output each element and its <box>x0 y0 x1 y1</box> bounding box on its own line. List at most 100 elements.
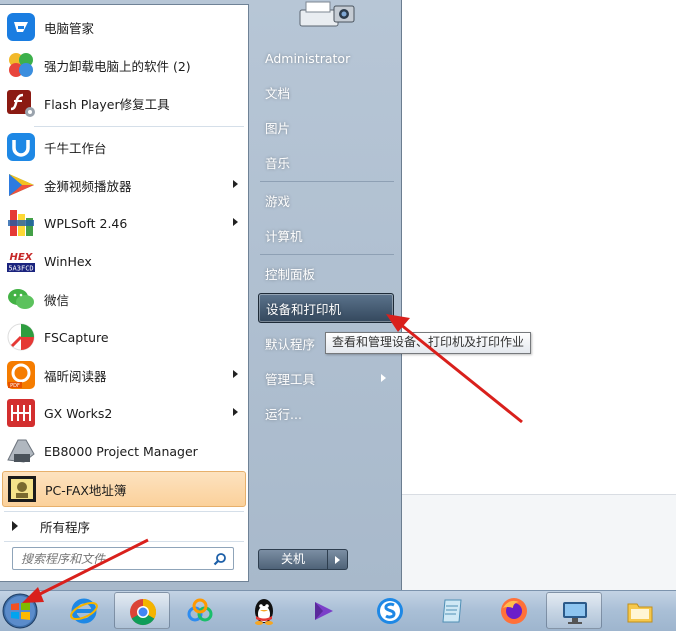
user-picture-printer-icon[interactable] <box>296 0 358 32</box>
program-tencent-pc-manager[interactable]: 电脑管家 <box>2 9 246 45</box>
menu-item-label: 音乐 <box>265 155 291 171</box>
remote-desktop-icon <box>560 597 590 627</box>
program-foxit-reader[interactable]: PDF 福昕阅读器 <box>2 357 246 393</box>
taskbar-sogou-browser[interactable] <box>362 592 418 629</box>
user-name-link[interactable]: Administrator <box>258 43 394 73</box>
menu-item-label: 计算机 <box>265 228 303 244</box>
program-label: PC-FAX地址簿 <box>45 482 127 498</box>
program-label: EB8000 Project Manager <box>44 443 198 459</box>
menu-item-run[interactable]: 运行... <box>258 398 394 428</box>
menu-item-music[interactable]: 音乐 <box>258 147 394 177</box>
menu-item-control-panel[interactable]: 控制面板 <box>258 258 394 288</box>
menu-item-documents[interactable]: 文档 <box>258 77 394 107</box>
baidu-netdisk-icon <box>185 596 215 626</box>
menu-item-games[interactable]: 游戏 <box>258 185 394 215</box>
foxit-reader-icon: PDF <box>4 358 38 392</box>
windows-orb-icon[interactable] <box>0 591 40 631</box>
menu-item-label: 文档 <box>265 85 291 101</box>
all-programs-label: 所有程序 <box>40 519 91 535</box>
menu-item-devices-printers[interactable]: 设备和打印机 <box>258 293 394 323</box>
menu-item-computer[interactable]: 计算机 <box>258 220 394 250</box>
program-fscapture[interactable]: FSCapture <box>2 319 246 355</box>
internet-explorer-icon <box>69 596 99 626</box>
background-window <box>402 0 676 590</box>
menu-item-label: 控制面板 <box>265 266 316 282</box>
submenu-arrow-icon <box>233 408 238 416</box>
program-wplsoft[interactable]: WPLSoft 2.46 <box>2 205 246 241</box>
submenu-arrow-icon <box>233 370 238 378</box>
menu-separator <box>260 181 394 182</box>
menu-separator <box>260 254 394 255</box>
menu-item-label: 游戏 <box>265 193 291 209</box>
firefox-icon <box>499 596 529 626</box>
start-menu: 电脑管家 强力卸载电脑上的软件 (2) Flash Player修复工具 千牛工… <box>0 0 402 590</box>
qianniu-icon <box>4 130 38 164</box>
menu-item-label: 默认程序 <box>265 336 316 352</box>
flash-player-icon <box>4 86 38 120</box>
program-label: 电脑管家 <box>44 20 95 36</box>
gx-works-icon <box>4 396 38 430</box>
taskbar-qq[interactable] <box>236 592 292 629</box>
program-label: 金狮视频播放器 <box>44 178 132 194</box>
menu-item-admin-tools[interactable]: 管理工具 <box>258 363 394 393</box>
svg-text:HEX: HEX <box>10 252 34 263</box>
shutdown-options-button[interactable] <box>328 549 348 570</box>
search-icon[interactable] <box>213 552 227 566</box>
svg-text:PDF: PDF <box>10 383 20 389</box>
program-separator <box>34 126 244 127</box>
submenu-arrow-icon <box>233 218 238 226</box>
taskbar-visual-studio[interactable] <box>296 592 352 629</box>
program-label: WPLSoft 2.46 <box>44 215 128 231</box>
taskbar-firefox[interactable] <box>486 592 542 629</box>
tencent-pc-manager-icon <box>4 10 38 44</box>
taskbar-remote-desktop[interactable] <box>546 592 602 629</box>
fscapture-icon <box>4 320 38 354</box>
programs-pane: 电脑管家 强力卸载电脑上的软件 (2) Flash Player修复工具 千牛工… <box>0 4 249 582</box>
search-input[interactable] <box>19 550 213 567</box>
program-eb8000[interactable]: EB8000 Project Manager <box>2 433 246 469</box>
shutdown-control: 关机 <box>258 549 348 570</box>
video-player-icon <box>4 168 38 202</box>
program-gx-works2[interactable]: GX Works2 <box>2 395 246 431</box>
notepad-icon <box>437 596 467 626</box>
program-label: FSCapture <box>44 329 109 345</box>
program-qianniu[interactable]: 千牛工作台 <box>2 129 246 165</box>
program-winhex[interactable]: HEX 5A3FCD WinHex <box>2 243 246 279</box>
program-label: Flash Player修复工具 <box>44 96 170 112</box>
shutdown-button[interactable]: 关机 <box>258 549 328 570</box>
program-label: 微信 <box>44 292 70 308</box>
user-name: Administrator <box>265 50 351 66</box>
shutdown-arrow-icon <box>335 556 340 564</box>
taskbar-chrome[interactable] <box>114 592 170 629</box>
all-programs-separator <box>4 511 244 512</box>
taskbar-baidu-netdisk[interactable] <box>172 592 228 629</box>
submenu-arrow-icon <box>381 374 386 382</box>
program-label: 福昕阅读器 <box>44 368 107 384</box>
program-uninstaller[interactable]: 强力卸载电脑上的软件 (2) <box>2 47 246 83</box>
visual-studio-icon <box>309 596 339 626</box>
taskbar-notepad[interactable] <box>424 592 480 629</box>
taskbar-internet-explorer[interactable] <box>56 592 112 629</box>
program-video-player[interactable]: 金狮视频播放器 <box>2 167 246 203</box>
program-flash-repair[interactable]: Flash Player修复工具 <box>2 85 246 121</box>
sogou-browser-icon <box>375 596 405 626</box>
all-programs-button[interactable]: 所有程序 <box>2 513 246 539</box>
menu-item-pictures[interactable]: 图片 <box>258 112 394 142</box>
menu-item-default-programs[interactable]: 默认程序 <box>258 328 324 358</box>
program-label: WinHex <box>44 253 92 269</box>
qq-penguin-icon <box>249 596 279 626</box>
eb8000-icon <box>4 434 38 468</box>
program-label: GX Works2 <box>44 405 113 421</box>
devices-printers-tooltip: 查看和管理设备、打印机及打印作业 <box>325 332 532 354</box>
uninstall-clover-icon <box>4 48 38 82</box>
winhex-icon: HEX 5A3FCD <box>4 244 38 278</box>
chrome-icon <box>128 597 158 627</box>
program-label: 强力卸载电脑上的软件 (2) <box>44 58 191 74</box>
expand-arrow-icon <box>12 521 18 531</box>
background-band <box>402 495 676 590</box>
menu-item-label: 设备和打印机 <box>266 301 342 317</box>
taskbar-file-explorer[interactable] <box>612 592 668 629</box>
program-pc-fax[interactable]: PC-FAX地址簿 <box>2 471 246 507</box>
start-search-box[interactable] <box>12 547 234 570</box>
program-wechat[interactable]: 微信 <box>2 281 246 317</box>
